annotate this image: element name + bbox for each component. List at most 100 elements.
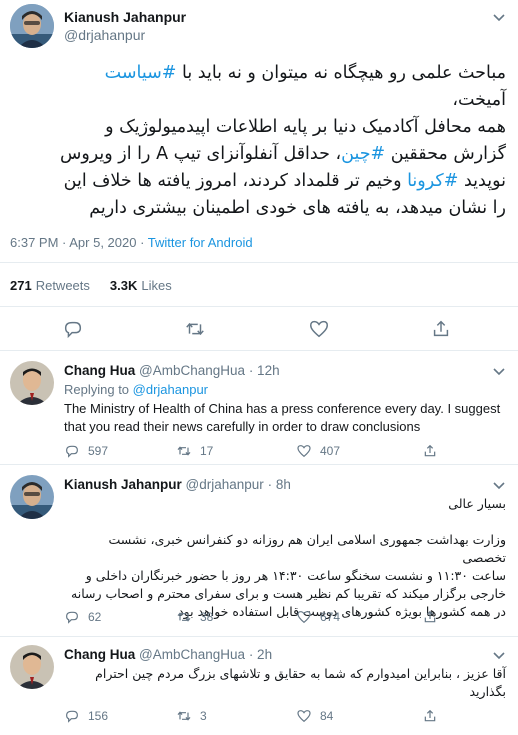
- reply-icon: [66, 611, 78, 624]
- text-span: همه محافل آکادمیک دنیا بر پایه اطلاعات ا…: [105, 117, 506, 137]
- reply-count: 62: [88, 610, 102, 624]
- reply-header: Chang Hua @AmbChangHua · 2h: [64, 647, 272, 662]
- reply-time[interactable]: · 2h: [249, 647, 272, 662]
- tweet-line: همه محافل آکادمیک دنیا بر پایه اطلاعات ا…: [10, 114, 506, 141]
- reply-line: بسیار عالی: [448, 496, 506, 511]
- hashtag-link[interactable]: #سیاست: [105, 63, 177, 83]
- reply-line: The Ministry of Health of China has a pr…: [64, 401, 501, 416]
- reply-line: بگذارید: [469, 684, 507, 699]
- retweets-stat[interactable]: 271 Retweets: [10, 278, 90, 293]
- reply-actions: 62 38 674: [64, 608, 506, 626]
- share-icon[interactable]: [430, 318, 452, 340]
- replying-prefix: Replying to: [64, 382, 133, 397]
- share-action[interactable]: [422, 608, 438, 626]
- reply-tweet[interactable]: Chang Hua @AmbChangHua · 12h Replying to…: [0, 351, 518, 464]
- text-span: آمیخت،: [452, 90, 506, 110]
- reply-header: Chang Hua @AmbChangHua · 12h: [64, 363, 280, 378]
- author-handle[interactable]: @drjahanpur: [186, 477, 264, 492]
- reply-action[interactable]: 597: [64, 442, 108, 460]
- chevron-down-icon[interactable]: [492, 364, 506, 378]
- divider: [0, 262, 518, 263]
- replying-to: Replying to @drjahanpur: [64, 382, 208, 397]
- text-span: ، حداقل آنفلوآنزای تیپ A را از ویروس: [59, 144, 342, 164]
- tweet-actions: [0, 318, 518, 342]
- heart-icon: [297, 445, 311, 458]
- retweet-icon: [177, 612, 191, 622]
- hashtag-link[interactable]: #چین: [341, 144, 385, 164]
- avatar[interactable]: [10, 475, 54, 519]
- heart-icon: [297, 611, 311, 624]
- reply-header: Kianush Jahanpur @drjahanpur · 8h: [64, 477, 291, 492]
- reply-line: ساعت ۱۱:۳۰ و نشست سخنگو ساعت ۱۴:۳۰ هر رو…: [85, 568, 506, 583]
- author-handle[interactable]: @AmbChangHua: [139, 363, 245, 378]
- tweet-stats: 271 Retweets 3.3K Likes: [10, 278, 172, 293]
- text-span: نوپدید: [458, 171, 506, 191]
- text-span: گزارش محققین: [385, 144, 506, 164]
- share-action[interactable]: [422, 707, 438, 725]
- chevron-down-icon[interactable]: [492, 10, 506, 24]
- share-action[interactable]: [422, 442, 438, 460]
- reply-tweet[interactable]: Chang Hua @AmbChangHua · 2h آقا عزیز ، ب…: [0, 637, 518, 735]
- reply-icon[interactable]: [62, 318, 84, 340]
- like-count: 407: [320, 444, 341, 458]
- like-action[interactable]: 674: [296, 608, 340, 626]
- reply-line: وزارت بهداشت جمهوری اسلامی ایران هم روزا…: [108, 532, 507, 565]
- text-span: مباحث علمی رو هیچگاه نه میتوان و نه باید…: [176, 63, 506, 83]
- reply-line: آقا عزیز ، بنابراین امیدوارم که شما به ح…: [95, 666, 506, 681]
- author-name[interactable]: Kianush Jahanpur: [64, 477, 182, 492]
- avatar[interactable]: [10, 4, 54, 48]
- timestamp[interactable]: 6:37 PM · Apr 5, 2020 ·: [10, 235, 148, 250]
- author-handle[interactable]: @AmbChangHua: [139, 647, 245, 662]
- share-icon: [424, 709, 436, 722]
- mention-link[interactable]: @drjahanpur: [133, 382, 208, 397]
- share-icon: [424, 610, 436, 623]
- reply-tweet[interactable]: Kianush Jahanpur @drjahanpur · 8h بسیار …: [0, 465, 518, 635]
- reply-time[interactable]: · 12h: [249, 363, 280, 378]
- text-span: وخیم تر قلمداد کردند، امروز یافته ها خلا…: [63, 171, 408, 191]
- divider: [0, 306, 518, 307]
- reply-time[interactable]: · 8h: [268, 477, 291, 492]
- retweet-action[interactable]: 3: [176, 707, 207, 725]
- tweet-line: را نشان میدهد، به یافته های خودی اطمینان…: [10, 195, 506, 222]
- reply-actions: 156 3 84: [64, 707, 506, 725]
- share-icon: [424, 444, 436, 457]
- like-action[interactable]: 84: [296, 707, 333, 725]
- reply-icon: [66, 445, 78, 458]
- tweet-meta: 6:37 PM · Apr 5, 2020 · Twitter for Andr…: [10, 235, 253, 250]
- reply-line: that you read their news carefully in or…: [64, 419, 421, 434]
- reply-actions: 597 17 407: [64, 442, 506, 460]
- tweet-line: گزارش محققین #چین، حداقل آنفلوآنزای تیپ …: [10, 141, 506, 168]
- avatar[interactable]: [10, 361, 54, 405]
- tweet-line: آمیخت،: [10, 87, 506, 114]
- author-handle[interactable]: @drjahanpur: [64, 27, 145, 43]
- reply-action[interactable]: 62: [64, 608, 101, 626]
- reply-text: The Ministry of Health of China has a pr…: [64, 400, 506, 436]
- retweet-icon[interactable]: [184, 318, 206, 340]
- source-link[interactable]: Twitter for Android: [148, 235, 253, 250]
- like-action[interactable]: 407: [296, 442, 340, 460]
- retweet-icon: [177, 446, 191, 456]
- hashtag-link[interactable]: #کرونا: [407, 171, 458, 191]
- retweet-action[interactable]: 38: [176, 608, 213, 626]
- retweet-action[interactable]: 17: [176, 442, 213, 460]
- reply-text: بسیار عالی وزارت بهداشت جمهوری اسلامی ای…: [64, 495, 506, 621]
- avatar[interactable]: [10, 645, 54, 689]
- like-count: 84: [320, 709, 334, 723]
- likes-count: 3.3K: [109, 278, 138, 293]
- author-name[interactable]: Chang Hua: [64, 363, 135, 378]
- likes-stat[interactable]: 3.3K Likes: [110, 278, 172, 293]
- tweet-line: مباحث علمی رو هیچگاه نه میتوان و نه باید…: [10, 60, 506, 87]
- reply-action[interactable]: 156: [64, 707, 108, 725]
- text-span: را نشان میدهد، به یافته های خودی اطمینان…: [89, 198, 506, 218]
- author-name[interactable]: Kianush Jahanpur: [64, 9, 186, 25]
- reply-icon: [66, 710, 78, 723]
- author-name[interactable]: Chang Hua: [64, 647, 135, 662]
- retweets-count: 271: [10, 278, 32, 293]
- heart-icon[interactable]: [308, 318, 330, 340]
- likes-label: Likes: [141, 278, 172, 293]
- retweets-label: Retweets: [35, 278, 90, 293]
- chevron-down-icon[interactable]: [492, 478, 506, 492]
- chevron-down-icon[interactable]: [492, 648, 506, 662]
- retweet-count: 17: [200, 444, 214, 458]
